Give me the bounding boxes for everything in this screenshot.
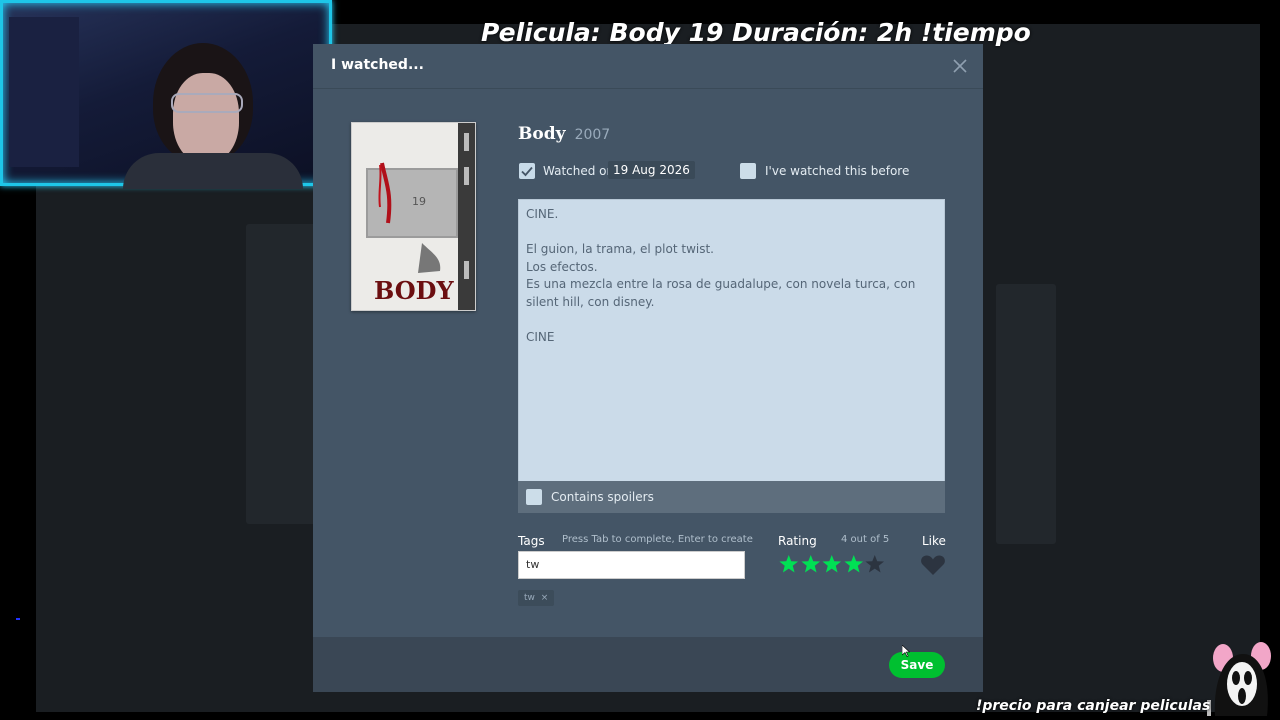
film-heading: Body 2007 [518, 124, 610, 144]
stream-bottom-overlay: !precio para canjear peliculas [976, 698, 1211, 714]
tags-hint: Press Tab to complete, Enter to create [562, 534, 753, 545]
spoiler-checkbox[interactable] [526, 489, 542, 505]
star-icon[interactable] [821, 554, 843, 574]
watched-on-checkbox[interactable] [519, 163, 535, 179]
tag-remove-icon[interactable]: × [541, 593, 549, 603]
poster-title: BODY [374, 276, 454, 305]
star-icon[interactable] [864, 554, 886, 574]
like-label: Like [922, 534, 946, 548]
tags-label: Tags [518, 534, 545, 548]
streamer-glasses [171, 93, 243, 113]
review-textarea[interactable]: CINE. El guion, la trama, el plot twist.… [518, 199, 945, 482]
poster-number: 19 [412, 195, 426, 208]
mouse-cursor-icon [902, 645, 910, 657]
poster-image: BODY 19 [352, 123, 475, 310]
streamer-body [123, 153, 303, 189]
close-icon[interactable] [951, 57, 969, 75]
stream-title-overlay: Pelicula: Body 19 Duración: 2h !tiempo [481, 18, 1031, 47]
tags-input[interactable]: tw [518, 551, 745, 579]
save-button[interactable]: Save [889, 652, 945, 678]
modal-header: I watched... [313, 44, 983, 89]
rating-label: Rating [778, 534, 817, 548]
star-icon[interactable] [843, 554, 865, 574]
streamer-face [173, 73, 239, 163]
watched-date[interactable]: 19 Aug 2026 [608, 161, 695, 179]
star-icon[interactable] [778, 554, 800, 574]
star-icon[interactable] [800, 554, 822, 574]
log-film-modal: I watched... BODY 19 Body 2007 Watched o… [313, 44, 983, 692]
spoiler-label: Contains spoilers [551, 490, 654, 504]
star-rating[interactable] [778, 554, 886, 578]
webcam-overlay [0, 0, 332, 189]
rating-value-text: 4 out of 5 [841, 534, 890, 545]
backdrop-panel [996, 284, 1056, 544]
spoiler-bar: Contains spoilers [518, 481, 945, 513]
film-year[interactable]: 2007 [575, 127, 611, 143]
tag-chip-text: tw [524, 593, 535, 603]
rewatch-checkbox[interactable] [740, 163, 756, 179]
film-poster: BODY 19 [351, 122, 476, 311]
modal-title: I watched... [331, 57, 424, 73]
heart-icon[interactable] [920, 554, 946, 576]
film-title: Body [518, 124, 566, 144]
stream-artifact [16, 618, 20, 620]
watched-on-label: Watched on [543, 164, 615, 178]
modal-footer [313, 637, 983, 692]
webcam-background [9, 17, 79, 167]
ghostface-mascot-icon [1207, 642, 1271, 716]
tag-chip: tw × [518, 590, 555, 606]
rewatch-label: I've watched this before [765, 164, 910, 178]
checkmark-icon [521, 166, 533, 177]
